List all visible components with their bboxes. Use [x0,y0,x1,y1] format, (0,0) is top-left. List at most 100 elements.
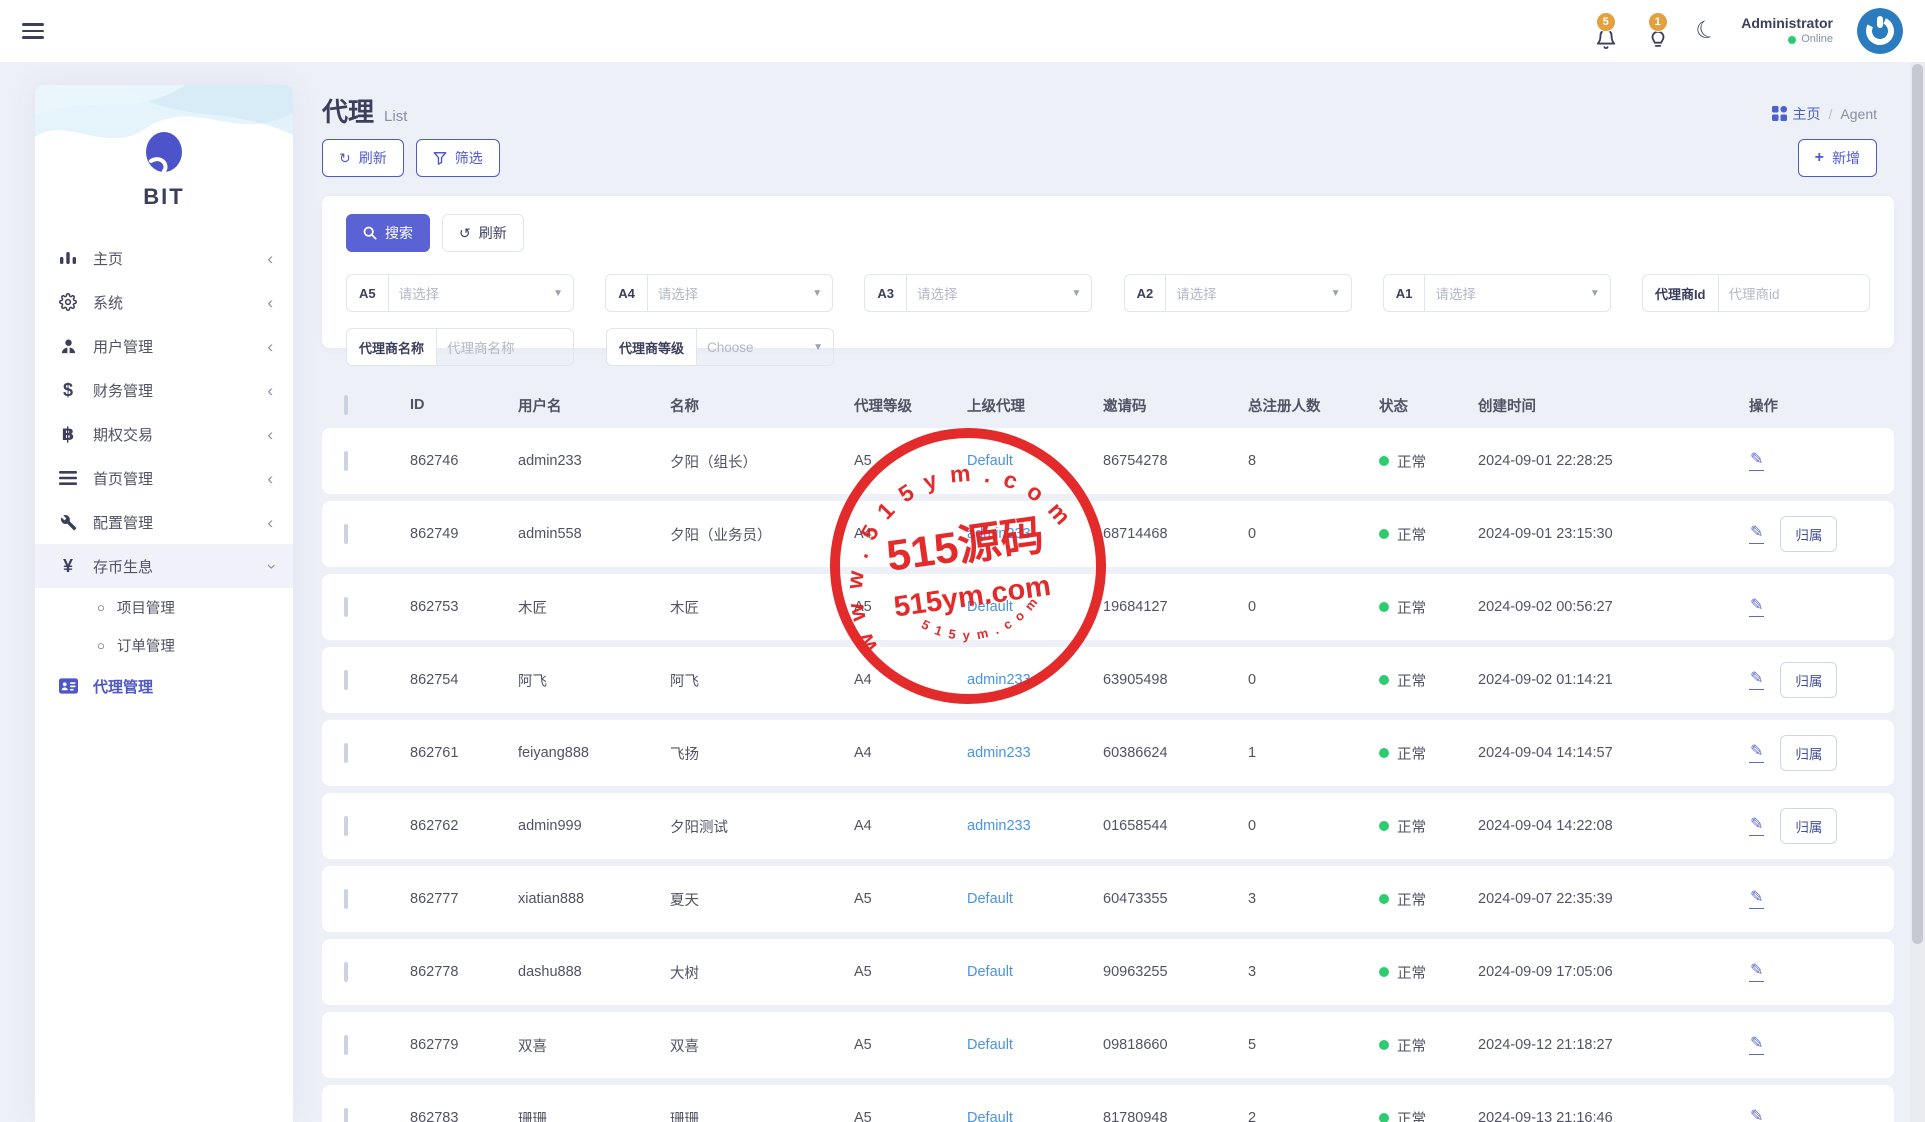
sidebar-item-7[interactable]: 配置管理‹ [35,500,293,544]
row-checkbox[interactable] [344,451,348,471]
sidebar-item-2[interactable]: 系统‹ [35,280,293,324]
hamburger-menu-icon[interactable] [22,19,44,43]
sidebar-item-6[interactable]: 首页管理‹ [35,456,293,500]
cell-name: 夕阳测试 [650,816,834,837]
parent-agent-link[interactable]: Default [967,599,1013,615]
status-dot [1379,529,1389,539]
edit-icon[interactable]: ✎ [1749,962,1764,982]
sidebar-item-5[interactable]: ฿期权交易‹ [35,412,293,456]
cell-created-time: 2024-09-01 22:28:25 [1458,453,1729,469]
list-icon [55,470,81,486]
owner-button[interactable]: 归属 [1780,808,1837,844]
agent-name-input[interactable]: 代理商名称 [436,328,574,366]
parent-agent-link[interactable]: admin233 [967,818,1031,834]
edit-icon[interactable]: ✎ [1749,889,1764,909]
row-checkbox[interactable] [344,597,348,617]
edit-icon[interactable]: ✎ [1749,816,1764,836]
select-label: A1 [1383,274,1425,312]
cell-registered-count: 2 [1228,1110,1359,1122]
row-checkbox[interactable] [344,670,348,690]
level-select-A2[interactable]: 请选择▼ [1165,274,1351,312]
sidebar-item-1[interactable]: 主页‹ [35,236,293,280]
chevron-down-icon: ▼ [1071,288,1081,299]
filter-refresh-button[interactable]: ↺ 刷新 [442,214,524,252]
avatar[interactable] [1857,8,1903,54]
parent-agent-link[interactable]: admin233 [967,526,1031,542]
edit-icon[interactable]: ✎ [1749,524,1764,544]
breadcrumb-home-link[interactable]: 主页 [1772,104,1821,124]
select-all-checkbox[interactable] [344,395,348,415]
edit-icon[interactable]: ✎ [1749,670,1764,690]
row-checkbox[interactable] [344,889,348,909]
level-select-A5[interactable]: 请选择▼ [388,274,574,312]
row-checkbox[interactable] [344,743,348,763]
bell-notification[interactable]: 5 [1592,12,1620,50]
refresh-button[interactable]: ↻ 刷新 [322,139,404,177]
sidebar-item-9[interactable]: 代理管理 [35,664,293,708]
filter-panel: 搜索 ↺ 刷新 A5请选择▼A4请选择▼A3请选择▼A2请选择▼A1请选择▼代理… [322,196,1894,348]
sidebar-item-3[interactable]: 用户管理‹ [35,324,293,368]
user-status: Online [1801,33,1833,47]
user-icon [55,338,81,355]
cell-id: 862783 [390,1110,498,1122]
parent-agent-link[interactable]: Default [967,1110,1013,1122]
message-notification[interactable]: 1 [1644,12,1672,50]
row-checkbox[interactable] [344,1108,348,1122]
level-select-group-A2: A2请选择▼ [1124,274,1352,312]
level-select-A1[interactable]: 请选择▼ [1424,274,1610,312]
edit-icon[interactable]: ✎ [1749,743,1764,763]
parent-agent-link[interactable]: Default [967,964,1013,980]
table-row: 862777xiatian888夏天A5Default604733553正常20… [322,866,1894,932]
parent-agent-link[interactable]: Default [967,1037,1013,1053]
breadcrumb-separator: / [1829,106,1833,122]
cell-name: 大树 [650,962,834,983]
cell-level: A5 [834,891,947,907]
cell-level: A4 [834,672,947,688]
parent-agent-link[interactable]: Default [967,453,1013,469]
search-button[interactable]: 搜索 [346,214,430,252]
row-checkbox[interactable] [344,1035,348,1055]
owner-button[interactable]: 归属 [1780,662,1837,698]
sidebar-item-4[interactable]: $财务管理‹ [35,368,293,412]
agent-level-select[interactable]: Choose▼ [696,328,834,366]
cell-id: 862762 [390,818,498,834]
page-scrollbar[interactable] [1910,62,1925,1122]
edit-icon[interactable]: ✎ [1749,1108,1764,1122]
edit-icon[interactable]: ✎ [1749,1035,1764,1055]
sidebar-item-label: 主页 [93,248,123,269]
cell-username: feiyang888 [498,745,650,761]
chevron-left-icon: ‹ [267,382,273,399]
row-checkbox[interactable] [344,816,348,836]
message-badge: 1 [1648,12,1668,32]
chevron-left-icon: ‹ [267,470,273,487]
row-checkbox[interactable] [344,524,348,544]
dark-mode-toggle-moon-icon[interactable]: ☾ [1692,16,1720,46]
level-select-A4[interactable]: 请选择▼ [647,274,833,312]
level-select-A3[interactable]: 请选择▼ [906,274,1092,312]
cell-username: 阿飞 [498,670,650,691]
yen-icon: ¥ [55,556,81,577]
parent-agent-link[interactable]: admin233 [967,745,1031,761]
parent-agent-link[interactable]: admin233 [967,672,1031,688]
sidebar-menu: 主页‹系统‹用户管理‹$财务管理‹฿期权交易‹首页管理‹配置管理‹¥存币生息‹○… [35,236,293,708]
column-header: 状态 [1359,395,1458,416]
sidebar-item-label: 期权交易 [93,424,153,445]
owner-button[interactable]: 归属 [1780,735,1837,771]
add-button[interactable]: + 新增 [1798,139,1877,177]
sidebar-item-8[interactable]: ¥存币生息‹ [35,544,293,588]
sidebar-item-label: 系统 [93,292,123,313]
status-dot [1379,456,1389,466]
cell-created-time: 2024-09-07 22:35:39 [1458,891,1729,907]
edit-icon[interactable]: ✎ [1749,597,1764,617]
sidebar-subitem[interactable]: ○项目管理 [35,588,293,626]
sidebar-subitem[interactable]: ○订单管理 [35,626,293,664]
filter-button[interactable]: 筛选 [416,139,500,177]
row-checkbox[interactable] [344,962,348,982]
parent-agent-link[interactable]: Default [967,891,1013,907]
edit-icon[interactable]: ✎ [1749,451,1764,471]
agent-id-input[interactable]: 代理商id [1718,274,1870,312]
owner-button[interactable]: 归属 [1780,516,1837,552]
status-dot [1379,1113,1389,1122]
table-row: 862754阿飞阿飞A4admin233639054980正常2024-09-0… [322,647,1894,713]
scrollbar-thumb[interactable] [1912,64,1923,944]
